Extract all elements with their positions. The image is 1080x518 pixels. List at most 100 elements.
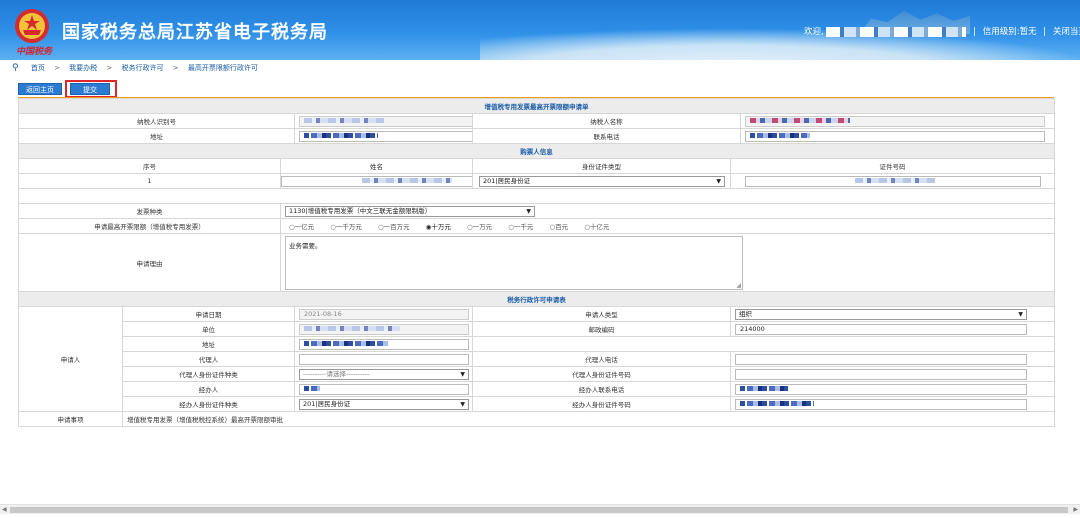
handler-field[interactable] bbox=[299, 383, 469, 395]
agent-id-no-cell bbox=[730, 366, 1055, 382]
option-label: 一亿元 bbox=[294, 223, 315, 231]
limit-option-10k[interactable]: ○一万元 bbox=[467, 223, 499, 231]
limit-option-100[interactable]: ○百元 bbox=[550, 223, 576, 231]
buyer-id-type-select[interactable]: 201|居民身份证 ▼ bbox=[479, 175, 725, 187]
option-label: 一千元 bbox=[513, 223, 534, 231]
horizontal-scrollbar[interactable]: ◀ ▶ bbox=[0, 504, 1080, 514]
redacted-value bbox=[740, 401, 814, 406]
agent-phone-field[interactable] bbox=[735, 353, 1027, 365]
buyer-name-field[interactable] bbox=[281, 175, 472, 187]
submit-button[interactable]: 提交 bbox=[70, 83, 110, 95]
redacted-value bbox=[740, 386, 788, 391]
breadcrumb-separator: > bbox=[54, 64, 60, 72]
divider: | bbox=[973, 27, 976, 37]
reason-textarea[interactable]: 业务需要。 ◢ bbox=[285, 236, 743, 290]
user-area: 欢迎, | 信用级别:暂无 | 关闭当页 bbox=[804, 25, 1080, 37]
applicant-type-select[interactable]: 组织 ▼ bbox=[735, 308, 1027, 320]
resize-grip-icon[interactable]: ◢ bbox=[736, 282, 741, 289]
invoice-type-cell: 1130|增值税专用发票（中文三联无金额限制版） ▼ bbox=[280, 203, 1055, 219]
empty-cell bbox=[472, 336, 1055, 352]
redacted-value bbox=[304, 341, 388, 346]
taxpayer-name-field bbox=[745, 115, 1045, 127]
redacted-value bbox=[304, 326, 400, 331]
buyer-col-name: 姓名 bbox=[280, 158, 473, 174]
address-field[interactable] bbox=[299, 130, 472, 142]
buyer-row-index: 1 bbox=[18, 173, 281, 189]
apply-date-label: 申请日期 bbox=[122, 306, 295, 322]
handler-id-no-field[interactable] bbox=[735, 398, 1027, 410]
option-label: 一千万元 bbox=[335, 223, 362, 231]
agent-id-type-cell: ----------请选择---------- ▼ bbox=[294, 366, 473, 382]
scrollbar-thumb[interactable] bbox=[10, 507, 1068, 513]
spacer-row bbox=[18, 188, 1055, 204]
redacted-value bbox=[854, 178, 935, 183]
unit-field bbox=[299, 323, 469, 335]
buyer-id-type-value: 201|居民身份证 bbox=[483, 176, 531, 185]
tax-emblem-icon bbox=[15, 9, 49, 43]
close-page-link[interactable]: 关闭当页 bbox=[1053, 27, 1080, 37]
buyer-section-title: 购票人信息 bbox=[18, 143, 1055, 159]
unit-cell bbox=[294, 321, 473, 337]
reason-label: 申请理由 bbox=[18, 233, 281, 292]
buyer-row-id-type-cell: 201|居民身份证 ▼ bbox=[472, 173, 731, 189]
scroll-right-arrow-icon[interactable]: ▶ bbox=[1073, 506, 1078, 513]
site-header: 中国税务 国家税务总局江苏省电子税务局 欢迎, | 信用级别:暂无 | 关闭当页 bbox=[0, 0, 1080, 60]
permit-address-field[interactable] bbox=[299, 338, 469, 350]
limit-option-10m[interactable]: ○一千万元 bbox=[330, 223, 369, 231]
handler-phone-label: 经办人联系电话 bbox=[472, 381, 731, 397]
unit-label: 单位 bbox=[122, 321, 295, 337]
breadcrumb-admin-permit[interactable]: 税务行政许可 bbox=[122, 64, 164, 72]
apply-date-cell: 2021-08-16 bbox=[294, 306, 473, 322]
option-label: 百元 bbox=[555, 223, 569, 231]
postcode-label: 邮政编码 bbox=[472, 321, 731, 337]
credit-level-label: 信用级别: bbox=[982, 27, 1020, 37]
limit-option-100m[interactable]: ○一亿元 bbox=[289, 223, 321, 231]
limit-option-1b[interactable]: ○十亿元 bbox=[584, 223, 616, 231]
buyer-id-no-field[interactable] bbox=[744, 175, 1041, 187]
redacted-value bbox=[304, 386, 320, 391]
taxpayer-name-cell bbox=[740, 113, 1055, 129]
postcode-field[interactable]: 214000 bbox=[735, 323, 1027, 335]
chevron-down-icon: ▼ bbox=[716, 177, 721, 185]
limit-label: 申请最高开票限额（增值税专用发票） bbox=[18, 218, 281, 234]
buyer-row-id-no-cell bbox=[730, 173, 1055, 189]
breadcrumb-tax-handling[interactable]: 我要办税 bbox=[69, 64, 97, 72]
taxpayer-id-label: 纳税人识别号 bbox=[18, 113, 295, 129]
taxpayer-name-label: 纳税人名称 bbox=[472, 113, 741, 129]
phone-field[interactable] bbox=[745, 130, 1045, 142]
return-home-button[interactable]: 返回主页 bbox=[18, 83, 62, 95]
phone-label: 联系电话 bbox=[472, 128, 741, 144]
limit-option-100k-selected[interactable]: ◉十万元 bbox=[426, 223, 458, 231]
welcome-text: 欢迎, bbox=[804, 27, 824, 37]
limit-option-1k[interactable]: ○一千元 bbox=[508, 223, 540, 231]
tax-seal-text: 中国税务 bbox=[16, 47, 53, 57]
applicant-type-value: 组织 bbox=[739, 309, 752, 318]
handler-id-type-label: 经办人身份证件种类 bbox=[122, 396, 295, 412]
buyer-col-index: 序号 bbox=[18, 158, 281, 174]
agent-id-no-label: 代理人身份证件号码 bbox=[472, 366, 731, 382]
breadcrumb-separator: > bbox=[106, 64, 113, 72]
reason-text: 业务需要。 bbox=[289, 242, 322, 250]
handler-phone-cell bbox=[730, 381, 1055, 397]
agent-phone-label: 代理人电话 bbox=[472, 351, 731, 367]
limit-radio-group: ○一亿元 ○一千万元 ○一百万元 ◉十万元 ○一万元 ○一千元 ○百元 ○十亿元 bbox=[280, 218, 1055, 234]
handler-phone-field[interactable] bbox=[735, 383, 1027, 395]
invoice-type-select[interactable]: 1130|增值税专用发票（中文三联无金额限制版） ▼ bbox=[285, 205, 535, 217]
breadcrumb: ⚲ 首页 > 我要办税 > 税务行政许可 > 最高开票限额行政许可 bbox=[12, 63, 258, 73]
buyer-row-name-cell bbox=[280, 173, 473, 189]
agent-field[interactable] bbox=[299, 353, 469, 365]
chevron-down-icon: ▼ bbox=[526, 207, 531, 215]
agent-id-type-select[interactable]: ----------请选择---------- ▼ bbox=[299, 368, 469, 380]
handler-id-no-label: 经办人身份证件号码 bbox=[472, 396, 731, 412]
username-redacted bbox=[826, 26, 967, 37]
agent-label: 代理人 bbox=[122, 351, 295, 367]
chevron-down-icon: ▼ bbox=[1018, 310, 1023, 318]
handler-id-no-cell bbox=[730, 396, 1055, 412]
breadcrumb-current[interactable]: 最高开票限额行政许可 bbox=[188, 64, 258, 72]
divider: | bbox=[1043, 27, 1047, 37]
scroll-left-arrow-icon[interactable]: ◀ bbox=[2, 506, 7, 513]
agent-id-no-field[interactable] bbox=[735, 368, 1027, 380]
handler-id-type-select[interactable]: 201|居民身份证 ▼ bbox=[299, 398, 469, 410]
breadcrumb-home[interactable]: 首页 bbox=[31, 64, 45, 72]
limit-option-1m[interactable]: ○一百万元 bbox=[378, 223, 417, 231]
